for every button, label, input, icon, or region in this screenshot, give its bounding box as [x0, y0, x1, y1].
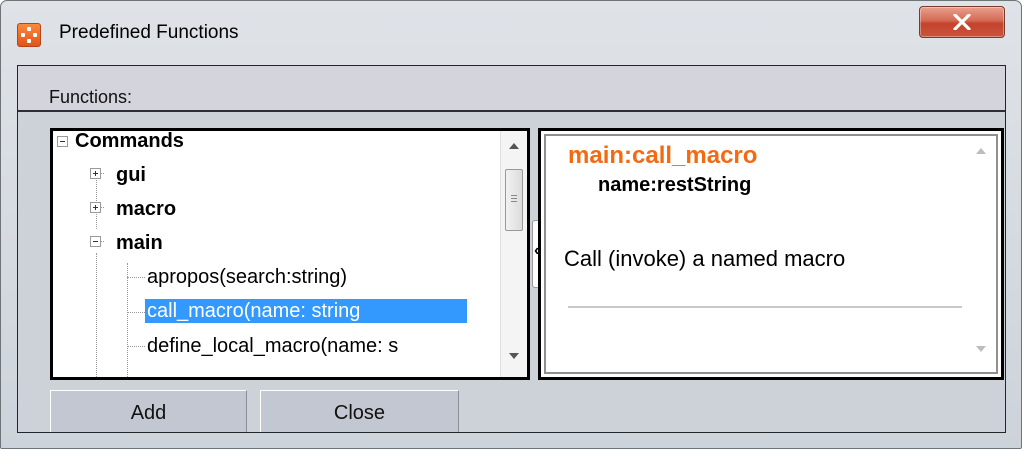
dialog-body: Commands gui macro main apropos(search:s… — [18, 112, 1005, 432]
tree-line — [127, 312, 145, 313]
close-icon — [953, 14, 971, 30]
functions-header: Functions: — [18, 66, 1005, 112]
function-tree[interactable]: Commands gui macro main apropos(search:s… — [50, 128, 530, 380]
functions-label: Functions: — [49, 87, 133, 107]
tree-line — [96, 253, 97, 377]
tree-line — [127, 263, 128, 377]
scroll-up-icon[interactable] — [976, 148, 986, 154]
function-detail-panel: main:call_macro name:restString Call (in… — [538, 128, 1004, 380]
collapse-icon[interactable] — [57, 136, 68, 147]
tree-node-commands[interactable]: Commands — [75, 131, 184, 153]
tree-line — [127, 346, 145, 347]
scroll-thumb[interactable] — [505, 169, 523, 231]
collapse-icon[interactable] — [90, 236, 101, 247]
tree-leaf-call-macro[interactable]: call_macro(name: string — [145, 299, 467, 323]
tree-scrollbar[interactable] — [500, 131, 527, 377]
title-bar[interactable]: Predefined Functions — [1, 1, 1021, 63]
app-icon — [17, 23, 41, 47]
tree-content: Commands gui macro main apropos(search:s… — [53, 131, 500, 377]
scroll-down-icon[interactable] — [976, 346, 986, 352]
tree-line — [127, 277, 145, 278]
expand-icon[interactable] — [90, 168, 101, 179]
tree-node-gui[interactable]: gui — [116, 163, 146, 187]
detail-frame: main:call_macro name:restString Call (in… — [544, 134, 998, 374]
detail-scrollbar[interactable] — [966, 136, 996, 372]
dialog-window: Predefined Functions Functions: Commands… — [0, 0, 1022, 449]
tree-node-macro[interactable]: macro — [116, 197, 176, 221]
expand-icon[interactable] — [90, 202, 101, 213]
function-description: Call (invoke) a named macro — [564, 246, 846, 271]
close-button[interactable]: Close — [260, 390, 459, 432]
window-title: Predefined Functions — [59, 22, 239, 43]
tree-leaf-define-local-macro[interactable]: define_local_macro(name: s — [147, 334, 398, 358]
tree-leaf-apropos[interactable]: apropos(search:string) — [147, 265, 347, 289]
function-params: name:restString — [598, 174, 752, 196]
scroll-up-icon[interactable] — [509, 143, 519, 149]
dialog-client: Functions: Commands gui macro main aprop… — [17, 65, 1006, 433]
tree-node-main[interactable]: main — [116, 231, 163, 255]
function-title: main:call_macro — [568, 142, 758, 169]
scroll-down-icon[interactable] — [509, 353, 519, 359]
divider — [568, 306, 962, 308]
add-button[interactable]: Add — [50, 390, 247, 432]
close-window-button[interactable] — [919, 6, 1005, 38]
